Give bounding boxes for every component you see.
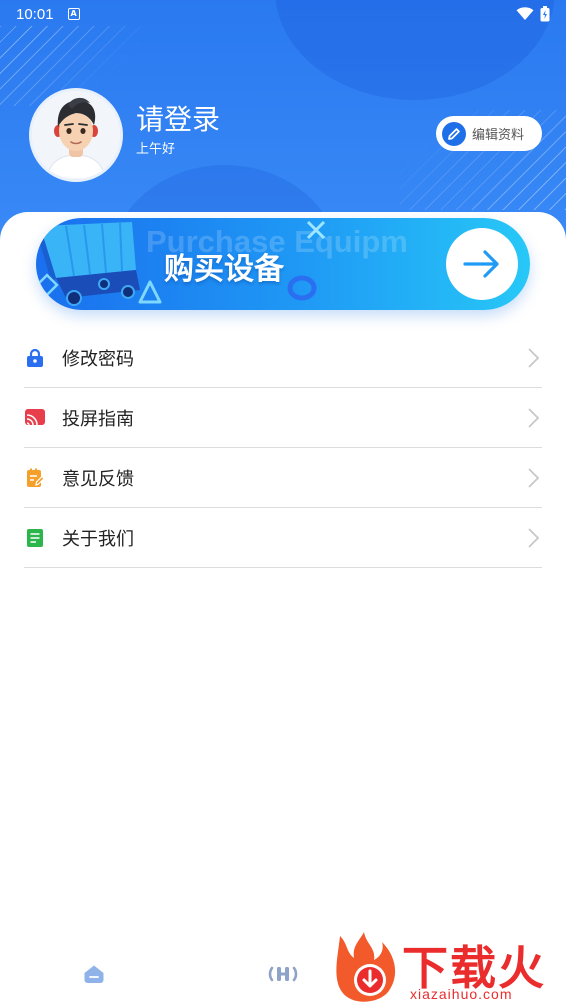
menu-item-label: 意见反馈 bbox=[62, 468, 134, 490]
battery-icon bbox=[540, 6, 550, 22]
settings-menu: 修改密码 投屏指南 意见反馈 关于我们 bbox=[24, 328, 542, 568]
pencil-icon bbox=[442, 121, 466, 146]
menu-item-feedback[interactable]: 意见反馈 bbox=[24, 448, 542, 508]
wifi-icon bbox=[516, 7, 534, 20]
flame-logo-icon bbox=[336, 932, 396, 1002]
feedback-icon bbox=[24, 467, 46, 489]
home-icon[interactable] bbox=[83, 964, 105, 988]
cast-icon bbox=[24, 407, 46, 429]
edit-profile-button[interactable]: 编辑资料 bbox=[436, 116, 542, 151]
menu-item-change-password[interactable]: 修改密码 bbox=[24, 328, 542, 388]
chevron-right-icon bbox=[528, 527, 540, 548]
document-icon bbox=[24, 527, 46, 549]
site-watermark: 下载火 xiazaihuo.com bbox=[330, 930, 566, 1006]
arrow-right-icon[interactable] bbox=[446, 228, 518, 300]
chevron-right-icon bbox=[528, 347, 540, 368]
app-notification-icon: A bbox=[67, 8, 80, 20]
edit-profile-label: 编辑资料 bbox=[472, 128, 525, 143]
menu-item-label: 投屏指南 bbox=[62, 408, 134, 430]
lock-icon bbox=[24, 347, 46, 369]
chevron-right-icon bbox=[528, 407, 540, 428]
menu-item-label: 关于我们 bbox=[62, 528, 134, 550]
status-time: 10:01 bbox=[16, 5, 54, 23]
menu-item-cast-guide[interactable]: 投屏指南 bbox=[24, 388, 542, 448]
banner-title: 购买设备 bbox=[164, 252, 284, 287]
device-icon[interactable] bbox=[268, 964, 298, 988]
avatar-image bbox=[32, 91, 120, 179]
menu-item-label: 修改密码 bbox=[62, 348, 134, 370]
chevron-right-icon bbox=[528, 467, 540, 488]
status-bar: 10:01 A bbox=[0, 0, 566, 28]
avatar[interactable] bbox=[29, 88, 123, 182]
watermark-url: xiazaihuo.com bbox=[410, 986, 513, 1002]
menu-item-about-us[interactable]: 关于我们 bbox=[24, 508, 542, 568]
purchase-equipment-banner[interactable]: Purchase Equipm 购买设备 bbox=[36, 218, 530, 310]
greeting-text: 上午好 bbox=[136, 142, 176, 157]
login-prompt[interactable]: 请登录 bbox=[136, 98, 220, 138]
